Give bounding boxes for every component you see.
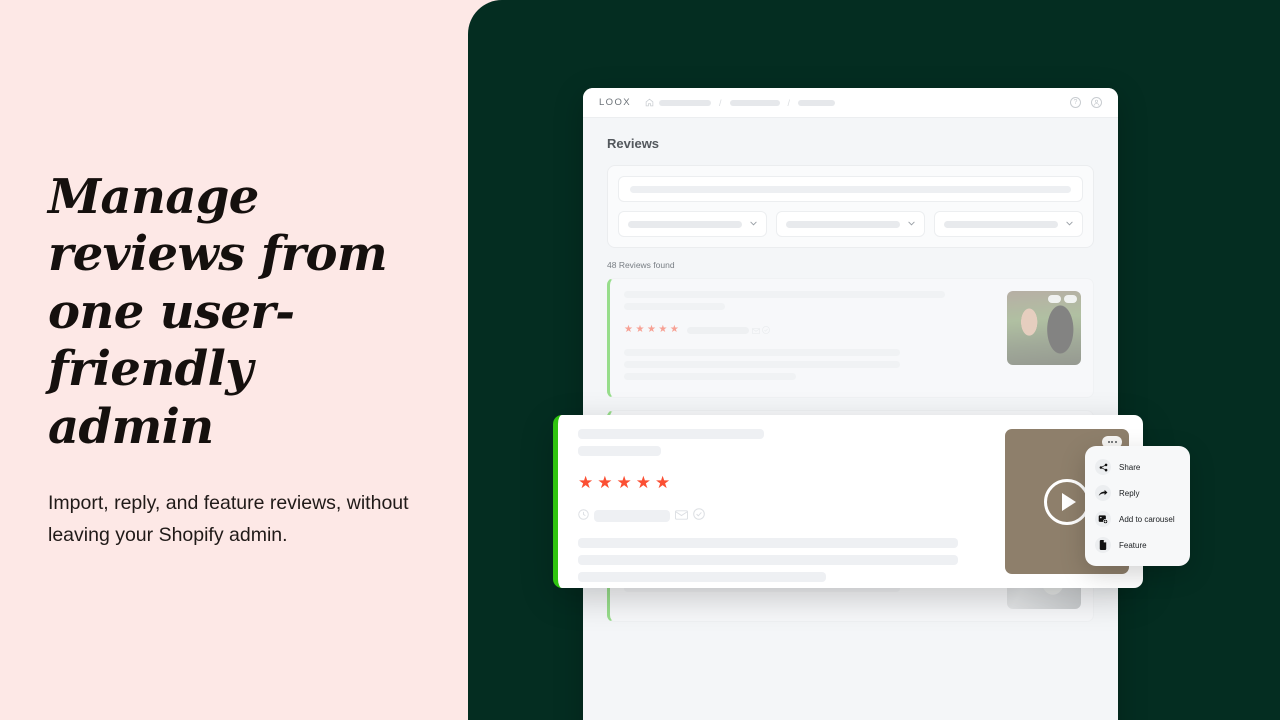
review-date-skeleton (687, 326, 750, 334)
review-body: ★ ★ ★ ★ ★ (624, 291, 1007, 385)
featured-reviewer-meta-skeleton (578, 446, 661, 456)
loox-logo: LOOX (599, 97, 631, 108)
admin-topbar: LOOX / / ? (583, 88, 1118, 118)
star-icon: ★ (655, 473, 671, 492)
menu-item-label: Add to carousel (1119, 514, 1175, 524)
reviewer-meta-skeleton (624, 303, 725, 310)
featured-review-text-line-skeleton (578, 555, 958, 565)
more-options-badge-icon[interactable] (1064, 295, 1077, 303)
filter-select-3[interactable] (934, 211, 1083, 237)
review-card[interactable]: ★ ★ ★ ★ ★ (607, 278, 1094, 398)
featured-review-text-line-skeleton (578, 572, 826, 582)
rating-stars: ★ ★ ★ ★ ★ (624, 321, 997, 339)
filter-select-2-value-skeleton (786, 220, 900, 228)
breadcrumb-item-2[interactable] (729, 99, 780, 106)
filter-select-2[interactable] (776, 211, 925, 237)
dot-icon (1114, 441, 1117, 443)
review-context-menu: Share Reply Add to carousel Feature (1085, 446, 1190, 566)
star-icon: ★ (597, 473, 613, 492)
menu-item-label: Reply (1119, 488, 1140, 498)
mail-icon (751, 321, 760, 339)
featured-review-date-skeleton (594, 510, 670, 522)
star-icon: ★ (646, 324, 656, 335)
dark-showcase-panel: LOOX / / ? Reviews 48 Reviews found ★ ★ … (468, 0, 1280, 720)
reply-arrow-icon (1095, 485, 1111, 501)
star-icon: ★ (624, 324, 633, 335)
filter-select-1[interactable] (618, 211, 767, 237)
breadcrumb-separator-1: / (719, 97, 722, 108)
breadcrumb-separator-2: / (787, 97, 791, 108)
video-badge-icon[interactable] (1048, 295, 1061, 303)
star-icon: ★ (616, 473, 632, 492)
star-icon: ★ (578, 473, 594, 492)
help-icon[interactable]: ? (1070, 97, 1081, 108)
share-nodes-icon (1095, 459, 1111, 475)
featured-review-meta (578, 507, 991, 525)
featured-review-body: ★ ★ ★ ★ ★ (578, 429, 1005, 582)
promo-pane: Manage reviews from one user-friendly ad… (0, 0, 468, 720)
account-avatar-icon[interactable] (1091, 97, 1102, 108)
star-icon: ★ (635, 473, 651, 492)
featured-review-text-line-skeleton (578, 538, 958, 548)
filter-select-1-value-skeleton (628, 220, 742, 228)
promo-subcopy: Import, reply, and feature reviews, with… (48, 491, 409, 546)
verified-check-icon (762, 321, 771, 339)
menu-item-feature[interactable]: Feature (1085, 532, 1190, 558)
filter-select-3-value-skeleton (944, 220, 1058, 228)
verified-check-icon (693, 507, 705, 525)
reviewer-name-skeleton (624, 291, 945, 298)
breadcrumb-item-3[interactable] (798, 99, 836, 106)
dot-icon (1111, 441, 1113, 443)
page-title: Reviews (607, 136, 660, 151)
filter-selects (618, 211, 1083, 237)
review-photo-thumbnail[interactable] (1007, 291, 1081, 365)
dot-icon (1107, 441, 1110, 443)
mail-icon (675, 507, 688, 525)
search-placeholder-skeleton (630, 185, 1071, 193)
clock-icon (578, 507, 589, 525)
menu-item-label: Feature (1119, 540, 1147, 550)
menu-item-label: Share (1119, 462, 1141, 472)
play-button[interactable] (1044, 478, 1090, 525)
filters-panel (607, 165, 1094, 248)
search-input[interactable] (618, 176, 1083, 202)
review-text-line-skeleton (624, 373, 796, 380)
star-icon: ★ (658, 324, 668, 335)
chevron-down-icon (908, 220, 915, 228)
feature-document-icon (1095, 537, 1111, 553)
star-icon: ★ (635, 324, 645, 335)
menu-item-share[interactable]: Share (1085, 454, 1190, 480)
featured-reviewer-name-skeleton (578, 429, 764, 439)
play-triangle-icon (1062, 492, 1076, 511)
breadcrumb-item-1[interactable] (659, 99, 711, 106)
review-text-line-skeleton (624, 349, 901, 356)
image-plus-icon (1095, 511, 1111, 527)
loox-admin-window: LOOX / / ? Reviews 48 Reviews found ★ ★ … (583, 88, 1118, 720)
chevron-down-icon (750, 220, 757, 228)
star-icon: ★ (669, 324, 679, 335)
menu-item-add-to-carousel[interactable]: Add to carousel (1085, 506, 1190, 532)
featured-rating-stars: ★ ★ ★ ★ ★ (578, 474, 991, 491)
thumbnail-badges (1048, 295, 1077, 303)
promo-headline: Manage reviews from one user-friendly ad… (48, 168, 388, 456)
chevron-down-icon (1066, 220, 1073, 228)
menu-item-reply[interactable]: Reply (1085, 480, 1190, 506)
featured-review-card[interactable]: ★ ★ ★ ★ ★ (553, 415, 1143, 588)
review-text-line-skeleton (624, 361, 901, 368)
home-icon[interactable] (645, 98, 654, 107)
results-count: 48 Reviews found (607, 260, 675, 270)
topbar-actions: ? (1070, 97, 1102, 108)
